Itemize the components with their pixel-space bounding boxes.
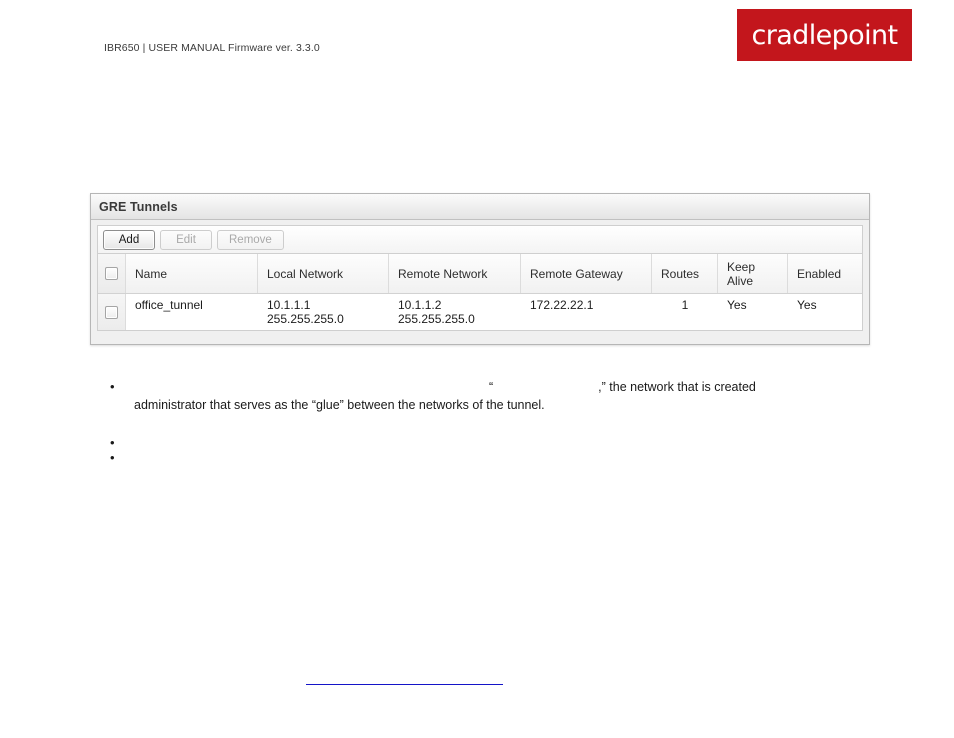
table-toolbar: Add Edit Remove [97,225,863,253]
panel-title-bar: GRE Tunnels [91,194,869,220]
keep-alive-value: Yes [727,298,747,312]
remote-network-ip: 10.1.1.2 [398,298,442,312]
brand-wordmark: cradlepoint [751,19,898,51]
routes-count: 1 [681,298,689,312]
open-quote: “ [489,380,494,394]
column-header-enabled[interactable]: Enabled [788,254,863,293]
footer-hyperlink[interactable] [306,670,503,685]
tunnel-name: office_tunnel [135,298,203,312]
cell-keep-alive: Yes [718,294,788,330]
cell-local-network: 10.1.1.1 255.255.255.0 [258,294,389,330]
panel-body: Add Edit Remove Name Local Network Remot… [91,220,869,337]
column-header-remote-network[interactable]: Remote Network [389,254,521,293]
bullet-line-1: “ ,” the network that is created [134,378,864,396]
body-copy: “ ,” the network that is created administ… [104,378,864,467]
remote-network-mask: 255.255.255.0 [398,312,475,326]
add-button[interactable]: Add [103,229,155,250]
edit-button[interactable]: Edit [160,229,212,250]
local-network-ip: 10.1.1.1 [267,298,311,312]
bullet-line-1-tail: ,” the network that is created [598,380,756,394]
list-item [104,449,864,467]
cell-routes: 1 [652,294,718,330]
cell-remote-gateway: 172.22.22.1 [521,294,652,330]
enabled-value: Yes [797,298,817,312]
column-header-name[interactable]: Name [126,254,258,293]
keep-alive-line-2: Alive [727,273,754,288]
gre-tunnels-table: Name Local Network Remote Network Remote… [97,253,863,331]
header-select-all-cell [98,254,126,293]
cradlepoint-logo: cradlepoint [737,9,912,61]
gre-tunnels-panel: GRE Tunnels Add Edit Remove Name Local N… [90,193,870,345]
remove-button[interactable]: Remove [217,229,284,250]
local-network-mask: 255.255.255.0 [267,312,344,326]
column-header-local-network[interactable]: Local Network [258,254,389,293]
keep-alive-line-1: Keep [727,259,756,274]
cell-enabled: Yes [788,294,863,330]
column-header-remote-gateway[interactable]: Remote Gateway [521,254,652,293]
remote-gateway-ip: 172.22.22.1 [530,298,594,312]
table-row[interactable]: office_tunnel 10.1.1.1 255.255.255.0 10.… [98,294,862,330]
column-header-keep-alive[interactable]: Keep Alive [718,254,788,293]
bullet-line-2: administrator that serves as the “glue” … [134,398,545,412]
row-select-checkbox[interactable] [105,305,118,319]
cell-remote-network: 10.1.1.2 255.255.255.0 [389,294,521,330]
column-header-routes[interactable]: Routes [652,254,718,293]
row-select-cell [98,294,126,330]
panel-title: GRE Tunnels [99,199,178,214]
select-all-checkbox[interactable] [105,267,118,280]
cell-name: office_tunnel [126,294,258,330]
list-item [104,434,864,452]
document-header-text: IBR650 | USER MANUAL Firmware ver. 3.3.0 [104,42,320,54]
list-item: “ ,” the network that is created administ… [104,378,864,414]
table-header-row: Name Local Network Remote Network Remote… [98,254,862,294]
